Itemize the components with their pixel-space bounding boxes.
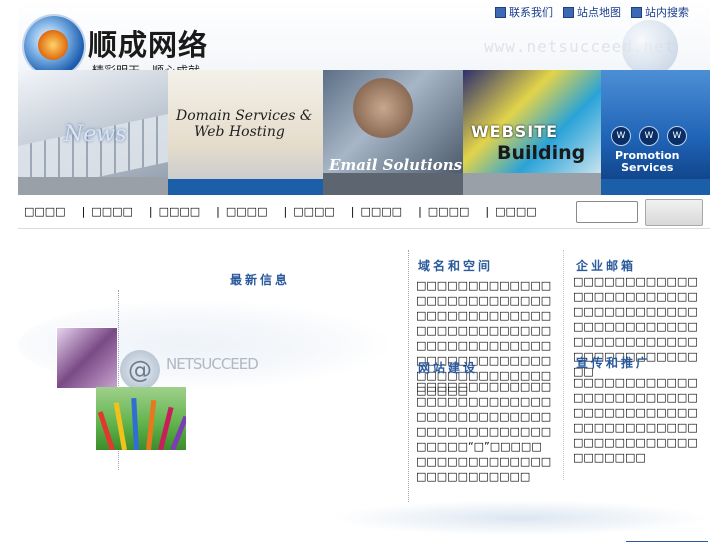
banner-news[interactable]: News xyxy=(18,70,168,195)
square-bullet-icon xyxy=(563,6,574,18)
www-icons: W W W xyxy=(611,126,687,146)
search-input[interactable] xyxy=(576,201,638,223)
person-silhouette-image xyxy=(56,327,118,389)
banner-domain-line2: Web Hosting xyxy=(194,124,285,140)
square-bullet-icon xyxy=(495,6,506,18)
banner-email-label: Email Solutions xyxy=(329,156,463,174)
globe-icon xyxy=(622,20,678,76)
nav-item-8[interactable]: □□□□ xyxy=(495,205,537,218)
banner-email[interactable]: Email Solutions xyxy=(323,70,463,195)
banner-promotion-line2: Services xyxy=(621,161,674,174)
square-bullet-icon xyxy=(631,6,642,18)
banner-bar xyxy=(601,179,710,195)
netsucceed-watermark: NETSUCCEED xyxy=(166,355,259,373)
site-map-link[interactable]: 站点地图 xyxy=(563,4,621,20)
site-header: 联系我们 站点地图 站内搜索 www.netsucceed.net 顺成网络 精… xyxy=(0,0,727,200)
contact-us-label: 联系我们 xyxy=(509,6,553,19)
website-building-title[interactable]: 网站建设 xyxy=(418,359,478,376)
at-sign-icon: @ xyxy=(120,350,160,390)
nav-divider xyxy=(18,228,710,229)
banner-promotion-label: Promotion Services xyxy=(615,150,679,174)
promotion-text: □□□□□□□□□□□□□□□□□□□□□□□□□□□□□□□□□□□□□□□□… xyxy=(573,376,698,464)
nav-separator: | xyxy=(283,205,288,218)
site-search-link[interactable]: 站内搜索 xyxy=(631,4,689,20)
pencil xyxy=(131,397,139,450)
search-button[interactable] xyxy=(645,199,703,226)
nav-item-4[interactable]: □□□□ xyxy=(226,205,268,218)
nav-item-1[interactable]: □□□□ xyxy=(24,205,66,218)
logo-icon[interactable] xyxy=(24,16,84,76)
nav-separator: | xyxy=(81,205,86,218)
banner-website-building[interactable]: WEBSITE Building xyxy=(463,70,601,195)
dotted-divider xyxy=(408,250,409,502)
banner-promotion[interactable]: W W W Promotion Services xyxy=(601,70,710,195)
website-building-text: □□□□□□□□□□□□□□□□□□□□□□□□□□□□□□□□□□□□□□□□… xyxy=(416,380,552,483)
pencil xyxy=(113,402,127,450)
brand-name: 顺成网络 xyxy=(88,28,209,62)
banner-website-line1: WEBSITE xyxy=(471,122,559,141)
nav-separator: | xyxy=(418,205,422,218)
banner-website-line2: Building xyxy=(497,142,586,164)
site-search-label: 站内搜索 xyxy=(645,6,689,19)
banner-bar xyxy=(323,173,463,195)
nav-item-6[interactable]: □□□□ xyxy=(360,205,402,218)
pencil xyxy=(170,415,186,450)
nav-separator: | xyxy=(350,205,355,218)
footer-link[interactable] xyxy=(626,531,708,542)
latest-news-title: 最新信息 xyxy=(230,273,291,287)
banner-domain-line1: Domain Services & xyxy=(176,108,313,124)
banner-bar xyxy=(463,173,601,195)
nav-separator: | xyxy=(216,205,220,218)
nav-item-3[interactable]: □□□□ xyxy=(159,205,201,218)
www-w-icon: W xyxy=(639,126,659,146)
nav-item-2[interactable]: □□□□ xyxy=(91,205,133,218)
promotion-title[interactable]: 宣传和推广 xyxy=(576,354,651,371)
enterprise-email-title[interactable]: 企业邮箱 xyxy=(576,257,636,274)
pencil xyxy=(146,400,157,450)
top-links: 联系我们 站点地图 站内搜索 xyxy=(495,4,689,20)
colored-pencils-image xyxy=(96,387,186,450)
www-w-icon: W xyxy=(611,126,631,146)
domain-hosting-title[interactable]: 域名和空间 xyxy=(418,257,493,274)
banner-bar xyxy=(18,177,168,195)
nav-item-5[interactable]: □□□□ xyxy=(293,205,335,218)
banner-bar xyxy=(168,179,323,195)
pencil xyxy=(97,411,115,450)
nav-separator: | xyxy=(485,205,490,218)
person-image xyxy=(353,78,413,138)
site-map-label: 站点地图 xyxy=(577,6,621,19)
dotted-divider xyxy=(563,250,564,480)
banner-domain-hosting[interactable]: Domain Services & Web Hosting xyxy=(168,70,323,195)
contact-us-link[interactable]: 联系我们 xyxy=(495,4,553,20)
www-w-icon: W xyxy=(667,126,687,146)
banner-news-label: News xyxy=(64,122,127,147)
main-nav: □□□□ | □□□□ | □□□□ | □□□□ | □□□□ | □□□□ … xyxy=(24,205,537,218)
nav-separator: | xyxy=(148,205,153,218)
nav-item-7[interactable]: □□□□ xyxy=(428,205,470,218)
banner-domain-hosting-label: Domain Services & Web Hosting xyxy=(176,108,312,140)
